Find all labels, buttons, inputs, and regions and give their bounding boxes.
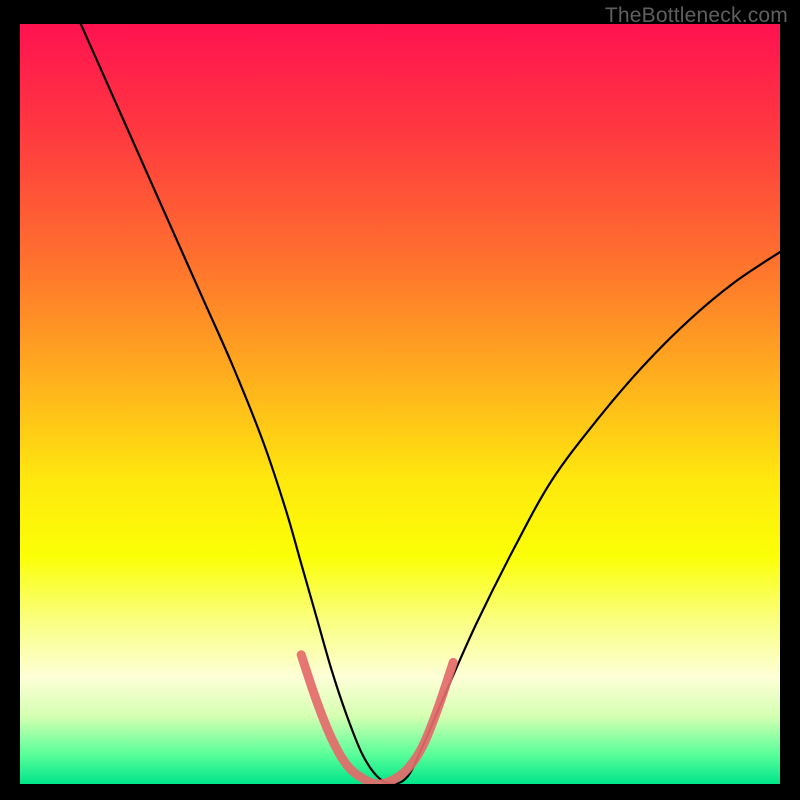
bottleneck-chart bbox=[20, 24, 780, 784]
chart-container bbox=[20, 24, 780, 784]
watermark-text: TheBottleneck.com bbox=[605, 4, 788, 28]
